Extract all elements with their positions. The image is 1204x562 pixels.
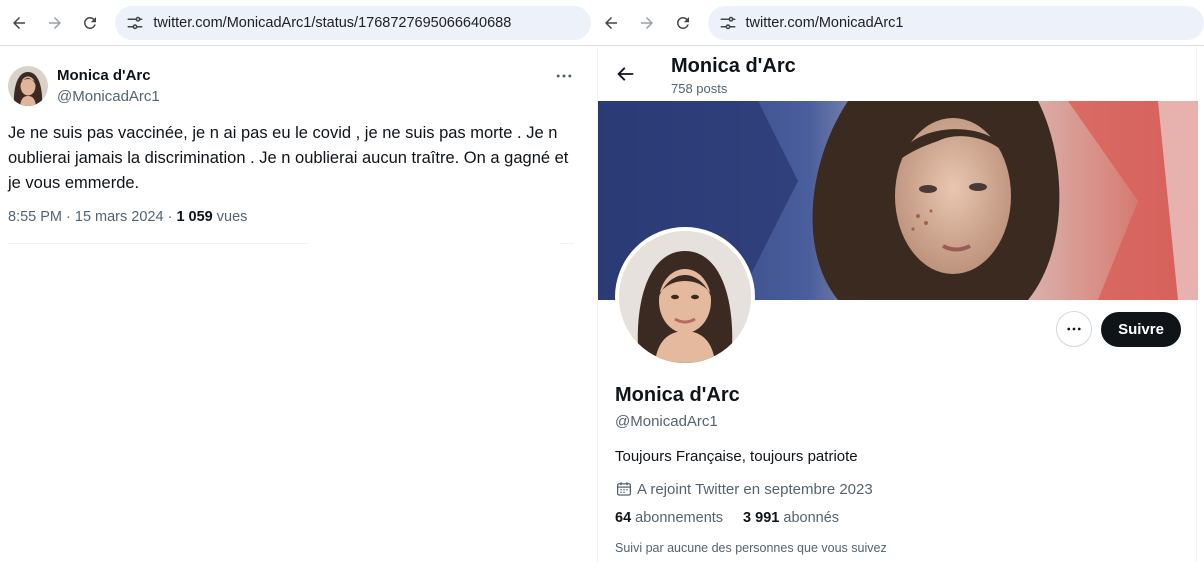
followers-label: abonnés: [783, 510, 840, 526]
address-bar[interactable]: twitter.com/MonicadArc1: [707, 5, 1204, 40]
forward-arrow-icon[interactable]: [44, 12, 66, 34]
more-icon[interactable]: [552, 66, 576, 86]
follow-button[interactable]: Suivre: [1101, 312, 1181, 347]
tweet-author-name[interactable]: Monica d'Arc: [57, 67, 151, 84]
tweet-views-count: 1 059: [176, 209, 213, 225]
back-arrow-icon[interactable]: [8, 12, 30, 34]
forward-arrow-icon[interactable]: [636, 12, 658, 34]
tweet-pane: Monica d'Arc @MonicadArc1 Je ne suis pas…: [0, 47, 591, 562]
url-text: twitter.com/MonicadArc1: [745, 14, 904, 31]
tweet-timestamp[interactable]: 8:55 PM · 15 mars 2024 ·: [8, 209, 176, 225]
left-browser-toolbar: twitter.com/MonicadArc1/status/176872769…: [0, 0, 591, 46]
tweet-text: Je ne suis pas vaccinée, je n ai pas eu …: [8, 124, 569, 192]
followers-count: 3 991: [743, 510, 780, 526]
following-label: abonnements: [635, 510, 724, 526]
more-icon[interactable]: [1056, 311, 1092, 347]
profile-avatar[interactable]: [615, 227, 755, 367]
profile-bio: Toujours Française, toujours patriote: [615, 448, 858, 465]
followed-by-text: Suivi par aucune des personnes que vous …: [615, 541, 887, 555]
right-browser-toolbar: twitter.com/MonicadArc1: [591, 0, 1204, 46]
profile-joined: A rejoint Twitter en septembre 2023: [615, 480, 873, 498]
reload-icon[interactable]: [80, 12, 102, 34]
profile-pane: Monica d'Arc 758 posts Suivre Monica d'A…: [597, 47, 1198, 562]
profile-joined-text: A rejoint Twitter en septembre 2023: [637, 480, 873, 498]
address-bar[interactable]: twitter.com/MonicadArc1/status/176872769…: [115, 5, 591, 40]
site-settings-icon[interactable]: [718, 13, 738, 33]
following-link[interactable]: 64 abonnements: [615, 510, 723, 526]
url-text: twitter.com/MonicadArc1/status/176872769…: [153, 14, 512, 31]
back-arrow-icon[interactable]: [600, 12, 622, 34]
profile-posts-count: 758 posts: [671, 81, 728, 96]
site-settings-icon[interactable]: [125, 13, 145, 33]
tweet-meta: 8:55 PM · 15 mars 2024 · 1 059 vues: [8, 209, 247, 225]
avatar[interactable]: [8, 66, 48, 106]
profile-handle: @MonicadArc1: [615, 413, 718, 430]
calendar-icon: [616, 482, 632, 496]
divider: [560, 243, 574, 244]
profile-name: Monica d'Arc: [615, 384, 740, 406]
followers-link[interactable]: 3 991 abonnés: [743, 510, 839, 526]
profile-stats: 64 abonnements 3 991 abonnés: [615, 510, 839, 526]
tweet-author-handle[interactable]: @MonicadArc1: [57, 88, 160, 105]
back-arrow-icon[interactable]: [614, 63, 636, 85]
tweet-views-label: vues: [212, 209, 248, 225]
following-count: 64: [615, 510, 632, 526]
reload-icon[interactable]: [672, 12, 694, 34]
divider: [8, 243, 308, 244]
profile-header-title: Monica d'Arc: [671, 55, 796, 77]
